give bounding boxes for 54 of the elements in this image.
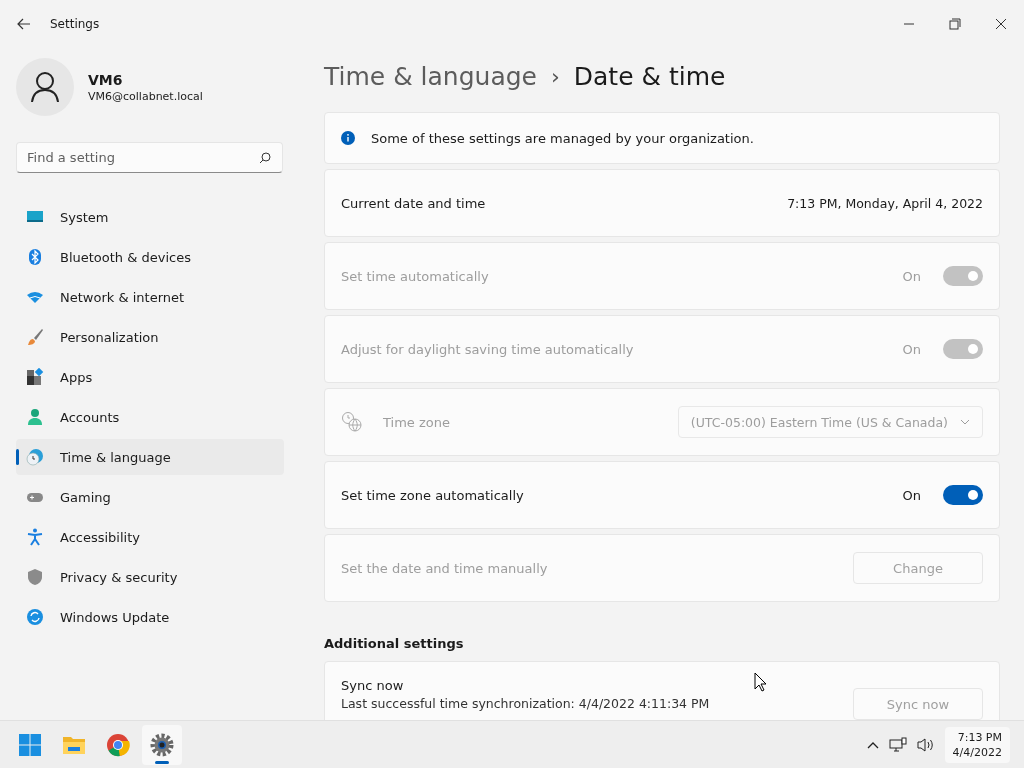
brush-icon: [26, 328, 44, 346]
nav-item[interactable]: Windows Update: [16, 599, 284, 635]
window-title: Settings: [50, 17, 100, 31]
chevron-up-icon[interactable]: [866, 740, 879, 749]
setting-value: 7:13 PM, Monday, April 4, 2022: [787, 195, 983, 211]
toggle-state: On: [902, 341, 921, 357]
back-icon[interactable]: [17, 18, 31, 30]
toggle-state: On: [902, 268, 921, 284]
user-email: VM6@collabnet.local: [88, 89, 203, 103]
info-text: Some of these settings are managed by your organization.: [371, 130, 754, 146]
setting-label: Set time zone automatically: [341, 487, 525, 503]
setting-label: Set time automatically: [341, 268, 490, 284]
settings-taskbar-icon[interactable]: [142, 724, 182, 765]
nav-item[interactable]: Time & language: [16, 439, 284, 475]
mouse-cursor-icon: [754, 672, 767, 692]
nav-item[interactable]: Gaming: [16, 479, 284, 515]
nav-item[interactable]: System: [16, 199, 284, 235]
volume-icon[interactable]: [916, 736, 935, 753]
section-heading: Additional settings: [324, 636, 465, 651]
nav-item[interactable]: Network & internet: [16, 279, 284, 315]
setting-label: Current date and time: [341, 195, 487, 211]
setting-label: Time zone: [383, 414, 451, 430]
breadcrumb-separator: ›: [550, 63, 560, 89]
setting-label: Adjust for daylight saving time automatically: [341, 341, 635, 357]
clock[interactable]: 7:13 PM 4/4/2022: [944, 726, 1010, 763]
nav-item[interactable]: Apps: [16, 359, 284, 395]
toggle-state: On: [902, 487, 921, 503]
nav-item[interactable]: Bluetooth & devices: [16, 239, 284, 275]
info-icon: [341, 131, 355, 145]
clock-globe-icon: [341, 411, 363, 433]
sync-detail: Last successful time synchronization: 4/4/2022 4:11:34 PM: [341, 696, 710, 711]
network-icon[interactable]: [888, 736, 907, 753]
maximize-icon[interactable]: [949, 18, 961, 30]
accessibility-icon: [26, 528, 44, 546]
setting-label: Sync now: [341, 678, 404, 693]
setting-label: Set the date and time manually: [341, 560, 549, 576]
close-icon[interactable]: [995, 18, 1007, 30]
breadcrumb-parent[interactable]: Time & language: [324, 61, 537, 91]
search-icon[interactable]: [259, 152, 271, 164]
bluetooth-icon: [26, 248, 44, 266]
toggle-switch[interactable]: [943, 485, 983, 505]
time-icon: [26, 448, 44, 466]
nav-item[interactable]: Accounts: [16, 399, 284, 435]
privacy-icon: [26, 568, 44, 586]
apps-icon: [26, 368, 44, 386]
update-icon: [26, 608, 44, 626]
nav-item[interactable]: Personalization: [16, 319, 284, 355]
search-field[interactable]: Find a setting: [16, 142, 283, 173]
accounts-icon: [26, 408, 44, 426]
page-title: Date & time: [573, 61, 726, 91]
user-name: VM6: [88, 71, 124, 88]
nav-item[interactable]: Accessibility: [16, 519, 284, 555]
nav-item[interactable]: Privacy & security: [16, 559, 284, 595]
chevron-down-icon: [960, 419, 970, 425]
